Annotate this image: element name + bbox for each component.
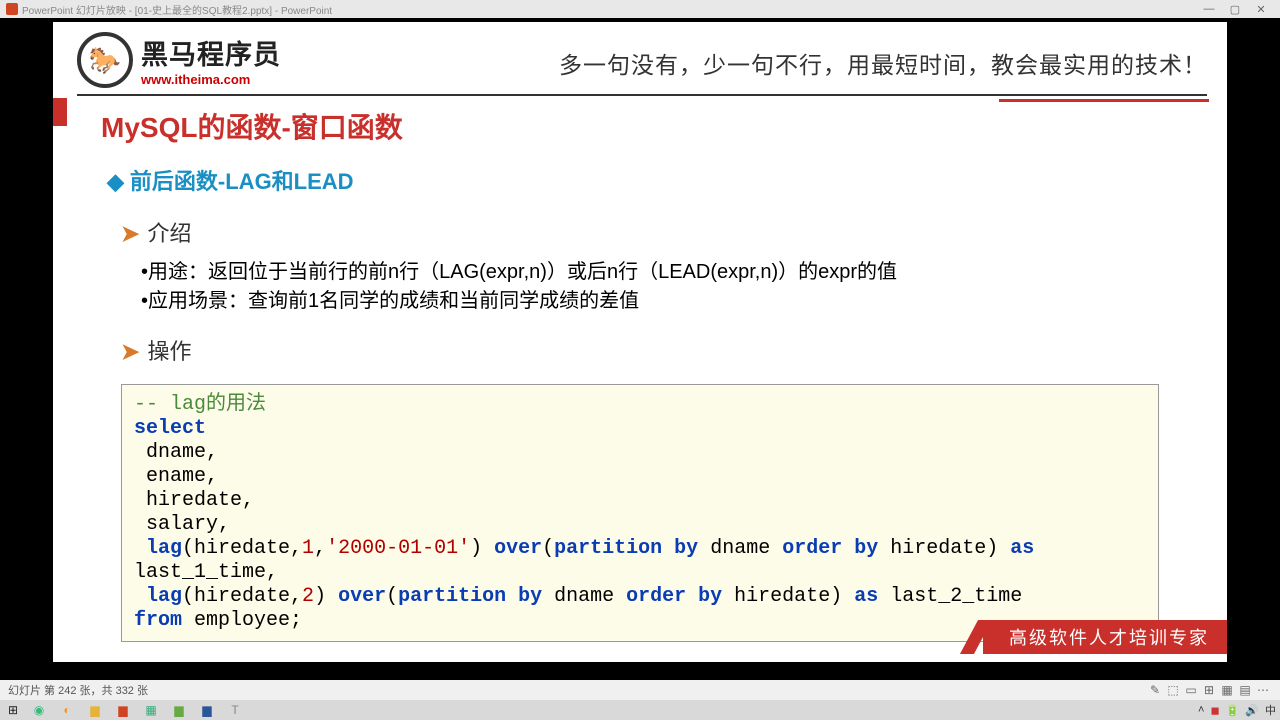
word-icon[interactable]: ▆	[196, 702, 218, 718]
calc-icon[interactable]: ▦	[140, 702, 162, 718]
start-button[interactable]: ⊞	[4, 702, 22, 718]
minimize-button[interactable]: —	[1196, 3, 1222, 15]
left-accent	[53, 98, 67, 126]
subtitle: ◆前后函数-LAG和LEAD	[107, 164, 1179, 196]
arrow-icon: ➤	[121, 339, 139, 364]
tray-battery-icon[interactable]: 🔋	[1226, 704, 1240, 717]
code-string: '2000-01-01'	[326, 537, 470, 560]
code-col: salary,	[134, 513, 230, 536]
text-icon[interactable]: T	[224, 702, 246, 718]
chrome-icon[interactable]: ◉	[28, 702, 50, 718]
tagline: 多一句没有，少一句不行，用最短时间，教会最实用的技术！	[559, 46, 1207, 80]
logo-url: www.itheima.com	[141, 72, 281, 87]
code-col: hiredate,	[134, 489, 254, 512]
sorter-view-icon[interactable]: ⊞	[1200, 683, 1218, 697]
code-table: employee;	[182, 609, 302, 632]
tray-up-icon[interactable]: ˄	[1198, 704, 1204, 716]
footer-badge: 高级软件人才培训专家	[983, 620, 1227, 654]
slide-header: 🐎 黑马程序员 www.itheima.com 多一句没有，少一句不行，用最短时…	[53, 22, 1227, 88]
powerpoint-task-icon[interactable]: ▆	[112, 702, 134, 718]
slideshow-icon[interactable]: ▤	[1236, 683, 1254, 697]
tray-volume-icon[interactable]: 🔊	[1245, 704, 1259, 717]
code-keyword: as	[854, 585, 878, 608]
logo: 🐎 黑马程序员 www.itheima.com	[77, 32, 281, 88]
titlebar: PowerPoint 幻灯片放映 - [01-史上最全的SQL教程2.pptx]…	[0, 0, 1280, 18]
explorer-icon[interactable]: ▆	[84, 702, 106, 718]
code-col: ename,	[134, 465, 218, 488]
code-keyword: partition by	[398, 585, 542, 608]
bullet-usage: •用途：返回位于当前行的前n行（LAG(expr,n)）或后n行（LEAD(ex…	[141, 258, 1179, 287]
section-intro: ➤介绍	[121, 216, 1179, 248]
slide-stage: 🐎 黑马程序员 www.itheima.com 多一句没有，少一句不行，用最短时…	[0, 18, 1280, 680]
taskbar: ⊞ ◉ ◐ ▆ ▆ ▦ ▆ ▆ T ˄ ◼ 🔋 🔊 中	[0, 700, 1280, 720]
titlebar-text: PowerPoint 幻灯片放映 - [01-史上最全的SQL教程2.pptx]…	[22, 2, 332, 17]
code-keyword: lag	[134, 537, 182, 560]
arrow-icon: ➤	[121, 221, 139, 246]
code-keyword: over	[338, 585, 386, 608]
system-tray[interactable]: ˄ ◼ 🔋 🔊 中	[1198, 702, 1276, 718]
code-block: -- lag的用法 select dname, ename, hiredate,…	[121, 384, 1159, 642]
maximize-button[interactable]: ▢	[1222, 3, 1248, 16]
code-keyword: order by	[626, 585, 722, 608]
code-keyword: lag	[134, 585, 182, 608]
logo-icon: 🐎	[77, 32, 133, 88]
tray-app-icon[interactable]: ◼	[1210, 704, 1219, 717]
app-icon[interactable]: ▆	[168, 702, 190, 718]
tray-ime-icon[interactable]: 中	[1265, 702, 1276, 718]
code-keyword: select	[134, 417, 206, 440]
close-button[interactable]: ✕	[1248, 3, 1274, 16]
intro-bullets: •用途：返回位于当前行的前n行（LAG(expr,n)）或后n行（LEAD(ex…	[141, 258, 1179, 316]
reading-view-icon[interactable]: ▦	[1218, 683, 1236, 697]
more-icon[interactable]: ⋯	[1254, 683, 1272, 697]
statusbar: 幻灯片 第 242 张，共 332 张 ✎ ⬚ ▭ ⊞ ▦ ▤ ⋯	[0, 680, 1280, 700]
diamond-icon: ◆	[107, 169, 124, 194]
header-accent	[999, 99, 1209, 102]
code-keyword: from	[134, 609, 182, 632]
pointer-icon[interactable]: ⬚	[1164, 683, 1182, 697]
logo-cn: 黑马程序员	[141, 33, 281, 72]
bullet-scenario: •应用场景：查询前1名同学的成绩和当前同学成绩的差值	[141, 287, 1179, 316]
code-keyword: over	[494, 537, 542, 560]
slide: 🐎 黑马程序员 www.itheima.com 多一句没有，少一句不行，用最短时…	[53, 22, 1227, 662]
code-number: 1	[302, 537, 314, 560]
normal-view-icon[interactable]: ▭	[1182, 683, 1200, 697]
section-ops: ➤操作	[121, 334, 1179, 366]
code-col: dname,	[134, 441, 218, 464]
code-keyword: order by	[782, 537, 878, 560]
slide-counter: 幻灯片 第 242 张，共 332 张	[8, 682, 148, 698]
pen-icon[interactable]: ✎	[1146, 683, 1164, 697]
code-comment: -- lag的用法	[134, 393, 266, 416]
code-col: last_1_time,	[134, 561, 278, 584]
browser-icon[interactable]: ◐	[56, 702, 78, 718]
code-number: 2	[302, 585, 314, 608]
slide-content: MySQL的函数-窗口函数 ◆前后函数-LAG和LEAD ➤介绍 •用途：返回位…	[53, 96, 1227, 642]
page-title: MySQL的函数-窗口函数	[101, 106, 1179, 146]
powerpoint-icon	[6, 3, 18, 15]
code-keyword: as	[1010, 537, 1034, 560]
code-keyword: partition by	[554, 537, 698, 560]
